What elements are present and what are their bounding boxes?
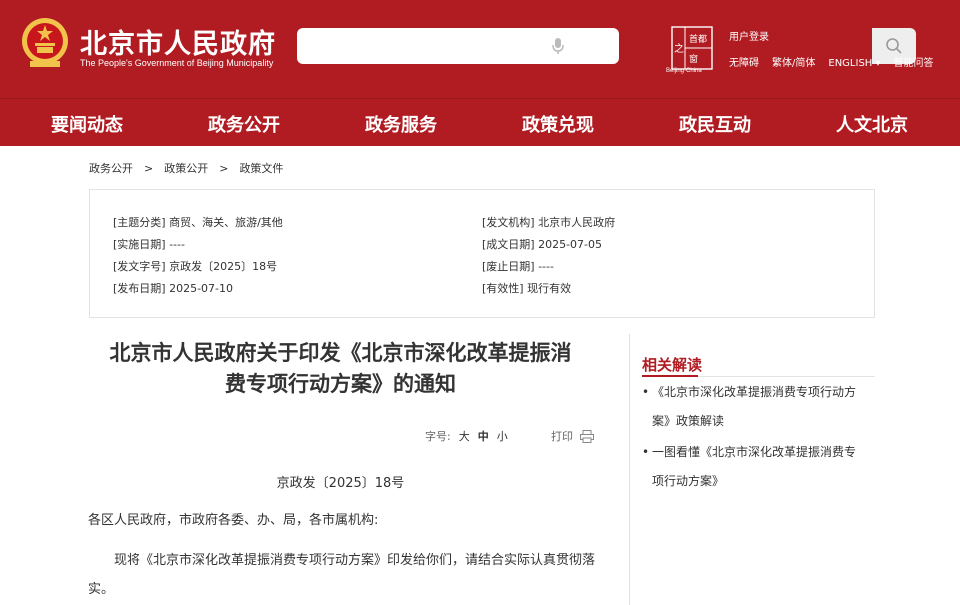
meta-validity: [有效性] 现行有效 [482, 282, 572, 295]
national-emblem-icon[interactable] [20, 16, 70, 70]
nav-item-policy-fulfillment[interactable]: 政策兑现 [522, 111, 594, 137]
column-divider [629, 334, 630, 605]
salutation: 各区人民政府，市政府各委、办、局，各市属机构: [88, 513, 379, 528]
related-item[interactable]: • 一图看懂《北京市深化改革提振消费专 项行动方案》 [642, 438, 874, 496]
nav-item-news[interactable]: 要闻动态 [51, 111, 123, 137]
login-link[interactable]: 用户登录 [729, 28, 769, 43]
breadcrumb-separator: > [144, 162, 154, 175]
related-item-line[interactable]: 项行动方案》 [642, 467, 874, 496]
printer-icon [579, 430, 594, 443]
nav-item-interaction[interactable]: 政民互动 [679, 111, 751, 137]
svg-text:窗: 窗 [689, 53, 698, 65]
print-button[interactable]: 打印 [551, 428, 594, 444]
font-size-medium-button[interactable]: 中 [478, 430, 489, 443]
breadcrumb: 政务公开 > 政策公开 > 政策文件 [89, 160, 283, 176]
search-input[interactable] [307, 28, 541, 66]
related-item-line[interactable]: 《北京市深化改革提振消费专项行动方 [642, 378, 874, 407]
bullet-icon: • [642, 385, 650, 399]
site-subtitle: The People's Government of Beijing Munic… [80, 58, 274, 68]
capital-window-logo-icon[interactable]: 之 首都 窗 [671, 26, 713, 70]
microphone-icon[interactable] [551, 37, 565, 55]
meta-topic: [主题分类] 商贸、海关、旅游/其他 [113, 216, 283, 229]
meta-issuer: [发文机构] 北京市人民政府 [482, 216, 616, 229]
body-paragraph: 现将《北京市深化改革提振消费专项行动方案》印发给你们，请结合实际认真贯彻落 [114, 553, 596, 568]
body-paragraph-continued: 实。 [88, 582, 115, 597]
font-size-control: 字号: 大中小 [425, 428, 508, 444]
document-title-line: 北京市人民政府关于印发《北京市深化改革提振消 [109, 341, 572, 365]
utility-links: 无障碍 繁体/简体 ENGLISH ▾ 智能问答 [729, 54, 947, 69]
site-title[interactable]: 北京市人民政府 [80, 22, 276, 61]
breadcrumb-separator: > [219, 162, 229, 175]
document-title: 北京市人民政府关于印发《北京市深化改革提振消 费专项行动方案》的通知 [88, 338, 593, 400]
meta-doc-number: [发文字号] 京政发〔2025〕18号 [113, 260, 278, 273]
document-metadata-box: [主题分类] 商贸、海关、旅游/其他 [发文机构] 北京市人民政府 [实施日期]… [89, 189, 875, 318]
document-title-line: 费专项行动方案》的通知 [225, 372, 456, 396]
related-item[interactable]: • 《北京市深化改革提振消费专项行动方 案》政策解读 [642, 378, 874, 436]
logo-caption: Beijing·China [666, 68, 702, 74]
print-label: 打印 [551, 430, 573, 443]
font-size-label: 字号: [425, 430, 451, 443]
svg-text:之: 之 [674, 42, 684, 55]
breadcrumb-item[interactable]: 政务公开 [89, 162, 133, 175]
breadcrumb-item[interactable]: 政策公开 [164, 162, 208, 175]
related-item-line[interactable]: 一图看懂《北京市深化改革提振消费专 [642, 438, 874, 467]
accessibility-link[interactable]: 无障碍 [729, 58, 759, 69]
related-item-line[interactable]: 案》政策解读 [642, 407, 874, 436]
nav-item-culture-beijing[interactable]: 人文北京 [836, 111, 908, 137]
main-nav: 要闻动态 政务公开 政务服务 政策兑现 政民互动 人文北京 [0, 98, 960, 146]
meta-effective-date: [实施日期] ---- [113, 238, 185, 251]
bullet-icon: • [642, 445, 650, 459]
svg-text:首都: 首都 [689, 33, 707, 45]
meta-publish-date: [发布日期] 2025-07-10 [113, 282, 234, 295]
meta-written-date: [成文日期] 2025-07-05 [482, 238, 603, 251]
font-size-small-button[interactable]: 小 [497, 430, 508, 443]
nav-item-open-government[interactable]: 政务公开 [208, 111, 280, 137]
related-interpretations-title: 相关解读 [642, 356, 703, 374]
search-box [297, 28, 916, 66]
smart-qa-link[interactable]: 智能问答 [894, 58, 934, 69]
related-underline-accent [642, 375, 698, 377]
meta-repeal-date: [废止日期] ---- [482, 260, 554, 273]
site-header: 北京市人民政府 The People's Government of Beiji… [0, 0, 960, 98]
breadcrumb-item[interactable]: 政策文件 [239, 162, 283, 175]
traditional-simplified-link[interactable]: 繁体/简体 [772, 58, 815, 69]
nav-item-services[interactable]: 政务服务 [365, 111, 437, 137]
font-size-large-button[interactable]: 大 [459, 430, 470, 443]
document-number: 京政发〔2025〕18号 [276, 476, 405, 491]
english-dropdown[interactable]: ENGLISH ▾ [828, 58, 880, 69]
search-icon [886, 38, 902, 54]
